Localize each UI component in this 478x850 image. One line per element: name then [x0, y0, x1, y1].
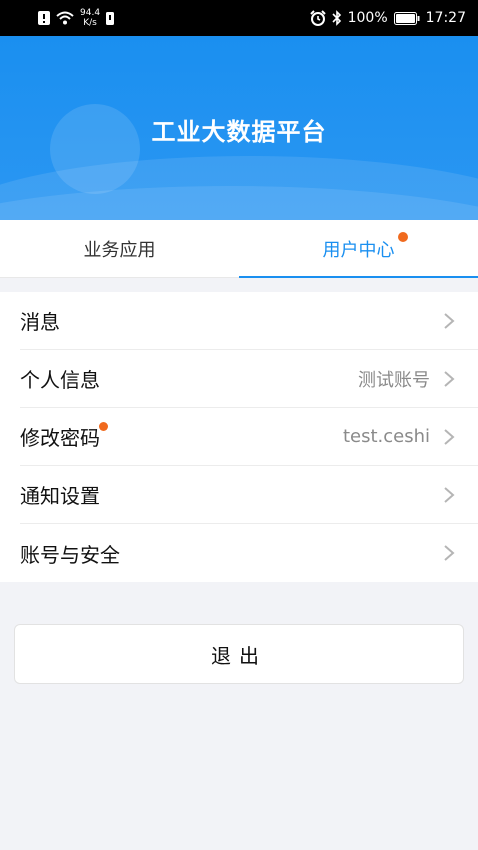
battery-percent: 100% [347, 10, 388, 26]
tab-label: 业务应用 [83, 239, 156, 261]
list-item-label: 修改密码 [20, 422, 108, 451]
list-item-notification-settings[interactable]: 通知设置 [20, 466, 478, 524]
notification-dot [398, 232, 408, 242]
bluetooth-icon [332, 10, 341, 26]
tab-business-apps[interactable]: 业务应用 [0, 220, 239, 277]
list-item-label: 通知设置 [20, 484, 100, 508]
wifi-icon [56, 11, 74, 25]
battery-icon [393, 11, 420, 25]
page-title: 工业大数据平台 [151, 118, 327, 146]
list-item-value: test.ceshi [342, 426, 430, 447]
network-speed: 94.4 K/s [80, 8, 101, 28]
logout-button[interactable]: 退出 [14, 624, 464, 684]
alarm-icon [309, 10, 326, 26]
list-item-personal-info[interactable]: 个人信息 测试账号 [20, 350, 478, 408]
list-item-change-password[interactable]: 修改密码 test.ceshi [20, 408, 478, 466]
list-item-value: 测试账号 [358, 369, 430, 391]
list-item-messages[interactable]: 消息 [20, 292, 478, 350]
status-bar: 94.4 K/s 100% 17:27 [0, 0, 478, 36]
clock: 17:27 [425, 10, 466, 26]
chevron-right-icon [444, 486, 455, 503]
tab-bar: 业务应用 用户中心 [0, 220, 478, 278]
chevron-right-icon [444, 545, 455, 561]
chevron-right-icon [444, 312, 455, 329]
sim-icon [106, 11, 115, 25]
settings-list: 消息 个人信息 测试账号 修改密码 test.ceshi 通知设置 账号与安全 [0, 292, 478, 582]
tab-user-center[interactable]: 用户中心 [239, 220, 478, 278]
tab-label: 用户中心 [322, 239, 395, 261]
list-item-account-security[interactable]: 账号与安全 [20, 524, 478, 582]
list-item-label: 账号与安全 [20, 542, 120, 567]
header-banner: 工业大数据平台 [0, 36, 478, 220]
notification-dot [99, 422, 108, 431]
list-item-label: 个人信息 [20, 368, 100, 392]
warning-icon [38, 11, 50, 25]
list-item-label: 消息 [20, 310, 60, 334]
chevron-right-icon [444, 370, 455, 387]
chevron-right-icon [444, 428, 455, 445]
